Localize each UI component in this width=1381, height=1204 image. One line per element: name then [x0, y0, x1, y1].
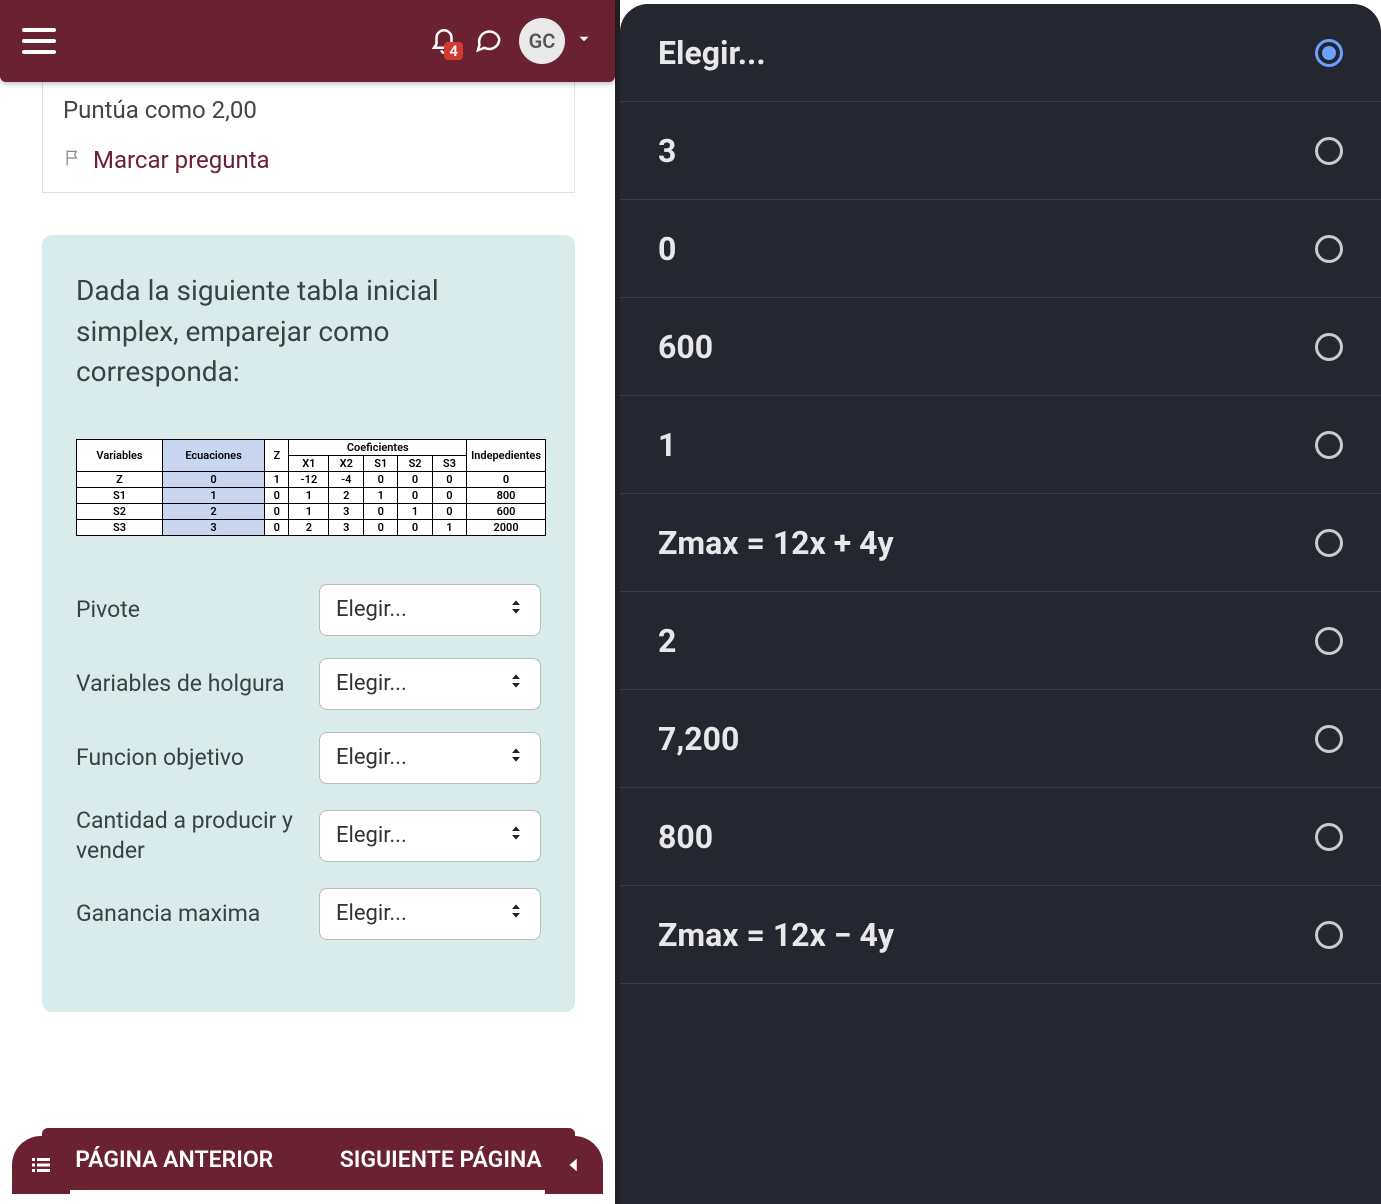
- updown-icon: [508, 597, 524, 623]
- radio-icon: [1315, 431, 1343, 459]
- updown-icon: [508, 745, 524, 771]
- th-x1: X1: [289, 455, 329, 471]
- th-z: Z: [265, 439, 289, 471]
- flag-question-link[interactable]: Marcar pregunta: [93, 146, 270, 174]
- radio-icon: [1315, 333, 1343, 361]
- th-x2: X2: [329, 455, 364, 471]
- picker-option-label: 800: [658, 818, 713, 856]
- table-row: S11012100800: [77, 487, 546, 503]
- match-label: Cantidad a producir y vender: [76, 806, 319, 866]
- th-coef: Coeficientes: [289, 439, 467, 455]
- match-label: Funcion objetivo: [76, 743, 319, 773]
- picker-option[interactable]: 0: [620, 200, 1381, 298]
- select-placeholder: Elegir...: [336, 671, 407, 696]
- question-list-button[interactable]: [12, 1136, 70, 1194]
- notifications-button[interactable]: 4: [429, 24, 459, 58]
- menu-icon[interactable]: [22, 28, 56, 54]
- option-picker-panel: Elegir... 3 0 600 1 Zmax = 12x + 4y 2 7,200 800 Z…: [620, 4, 1381, 1204]
- prev-page-button[interactable]: PÁGINA ANTERIOR: [75, 1146, 273, 1173]
- picker-option[interactable]: 600: [620, 298, 1381, 396]
- match-select[interactable]: Elegir...: [319, 888, 541, 940]
- question-card: Dada la siguiente tabla inicial simplex,…: [42, 235, 575, 1012]
- picker-option[interactable]: 7,200: [620, 690, 1381, 788]
- picker-option[interactable]: Elegir...: [620, 4, 1381, 102]
- radio-icon: [1315, 921, 1343, 949]
- radio-icon: [1315, 137, 1343, 165]
- picker-option[interactable]: 2: [620, 592, 1381, 690]
- picker-option[interactable]: 3: [620, 102, 1381, 200]
- match-row: Pivote Elegir...: [76, 584, 541, 636]
- picker-option-label: Zmax = 12x − 4y: [658, 916, 894, 954]
- match-select[interactable]: Elegir...: [319, 810, 541, 862]
- updown-icon: [508, 901, 524, 927]
- picker-option-label: 600: [658, 328, 713, 366]
- radio-icon: [1315, 529, 1343, 557]
- next-page-button[interactable]: SIGUIENTE PÁGINA: [340, 1146, 542, 1173]
- th-s1: S1: [364, 455, 398, 471]
- topbar: 4 GC: [0, 0, 615, 82]
- question-prompt: Dada la siguiente tabla inicial simplex,…: [76, 271, 541, 393]
- radio-icon: [1315, 235, 1343, 263]
- select-placeholder: Elegir...: [336, 823, 407, 848]
- match-label: Variables de holgura: [76, 669, 319, 699]
- select-placeholder: Elegir...: [336, 597, 407, 622]
- picker-option[interactable]: 1: [620, 396, 1381, 494]
- picker-option-label: Zmax = 12x + 4y: [658, 524, 894, 562]
- picker-option[interactable]: Zmax = 12x − 4y: [620, 886, 1381, 984]
- th-s3: S3: [432, 455, 466, 471]
- table-row: Z01-12-40000: [77, 471, 546, 487]
- avatar[interactable]: GC: [519, 18, 565, 64]
- notification-badge: 4: [444, 42, 463, 60]
- match-row: Variables de holgura Elegir...: [76, 658, 541, 710]
- picker-option-label: 2: [658, 622, 676, 660]
- picker-option-label: 3: [658, 132, 676, 170]
- match-select[interactable]: Elegir...: [319, 732, 541, 784]
- picker-option[interactable]: 800: [620, 788, 1381, 886]
- match-row: Cantidad a producir y vender Elegir...: [76, 806, 541, 866]
- picker-option-label: 1: [658, 426, 676, 464]
- simplex-table: Variables Ecuaciones Z Coeficientes Inde…: [76, 439, 546, 536]
- updown-icon: [508, 823, 524, 849]
- question-info-card: Puntúa como 2,00 Marcar pregunta: [42, 82, 575, 193]
- table-row: S22013010600: [77, 503, 546, 519]
- match-row: Ganancia maxima Elegir...: [76, 888, 541, 940]
- match-rows: Pivote Elegir... Variables de holgura Elegi…: [76, 584, 541, 940]
- messages-button[interactable]: [473, 24, 503, 58]
- radio-icon: [1315, 823, 1343, 851]
- match-select[interactable]: Elegir...: [319, 584, 541, 636]
- match-row: Funcion objetivo Elegir...: [76, 732, 541, 784]
- picker-option-label: 0: [658, 230, 676, 268]
- chevron-down-icon[interactable]: [575, 30, 593, 52]
- radio-icon: [1315, 627, 1343, 655]
- match-label: Pivote: [76, 595, 319, 625]
- th-variables: Variables: [77, 439, 163, 471]
- main-panel: 4 GC Puntúa como 2,00 Marcar pregunta Da…: [0, 0, 620, 1204]
- select-placeholder: Elegir...: [336, 901, 407, 926]
- collapse-button[interactable]: [545, 1136, 603, 1194]
- picker-option-label: 7,200: [658, 720, 739, 758]
- radio-icon: [1315, 725, 1343, 753]
- picker-option[interactable]: Zmax = 12x + 4y: [620, 494, 1381, 592]
- radio-icon: [1315, 39, 1343, 67]
- th-indep: Indepedientes: [467, 439, 546, 471]
- flag-icon: [63, 148, 83, 172]
- th-ecuaciones: Ecuaciones: [163, 439, 265, 471]
- bottom-nav: PÁGINA ANTERIOR SIGUIENTE PÁGINA: [42, 1128, 575, 1190]
- select-placeholder: Elegir...: [336, 745, 407, 770]
- match-label: Ganancia maxima: [76, 899, 319, 929]
- match-select[interactable]: Elegir...: [319, 658, 541, 710]
- picker-option-label: Elegir...: [658, 34, 766, 72]
- th-s2: S2: [398, 455, 432, 471]
- table-row: S330230012000: [77, 519, 546, 535]
- score-text: Puntúa como 2,00: [63, 96, 554, 124]
- updown-icon: [508, 671, 524, 697]
